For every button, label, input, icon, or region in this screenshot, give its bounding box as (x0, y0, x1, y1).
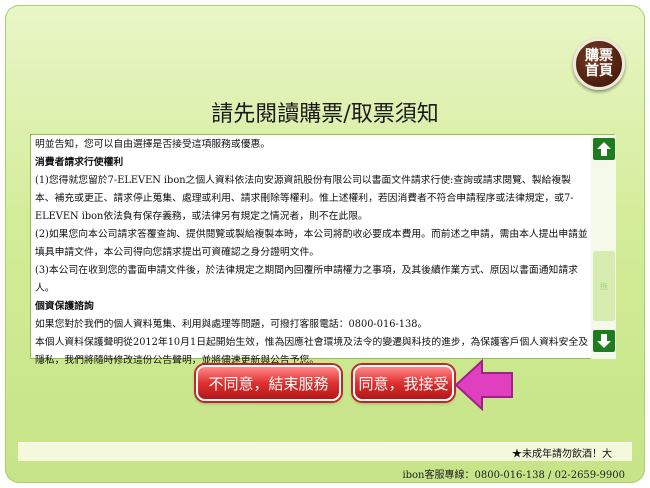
notice-line: (1)您得就您留於7-ELEVEN ibon之個人資料依法向安源資訊股份有限公司… (35, 175, 574, 222)
notice-line: 明並告知，您可以自由選擇是否接受這項服務或優惠。 (35, 139, 271, 150)
notice-panel: 明並告知，您可以自由選擇是否接受這項服務或優惠。 消費者請求行使權利 (1)您得… (30, 134, 616, 366)
pointer-arrow-icon (454, 358, 513, 412)
arrow-up-icon (597, 142, 611, 156)
ticket-home-label: 購票 首頁 (585, 48, 613, 79)
notice-heading-rights: 消費者請求行使權利 (35, 157, 124, 168)
scroll-up-button[interactable] (593, 138, 615, 160)
notice-line: (2)如果您向本公司請求答覆查詢、提供閱覽或製給複製本時，本公司將酌收必要成本費… (35, 229, 588, 258)
decline-button[interactable]: 不同意，結束服務 (196, 365, 341, 401)
accept-button[interactable]: 同意，我接受 (353, 365, 454, 401)
page-title: 請先閱讀購票/取票須知 (211, 102, 439, 127)
scroll-down-button[interactable] (593, 330, 615, 352)
ticket-home-button[interactable]: 購票 首頁 (573, 38, 625, 90)
notice-heading-privacy: 個資保護諮詢 (35, 301, 94, 312)
notice-line: 如果您對於我們的個人資料蒐集、利用與處理等問題，可撥打客服電話：0800-016… (35, 319, 428, 330)
scrollbar-thumb[interactable]: 拖 (593, 251, 615, 321)
underage-warning: ★未成年請勿飲酒！大 (512, 449, 612, 460)
notice-line: (3)本公司在收到您的書面申請文件後，於法律規定之期間內回覆所申請權力之事項，及… (35, 265, 578, 294)
service-hotline: ibon客服專線：0800-016-138 / 02-2659-9900 (402, 470, 625, 481)
footer-warning-bar: ★未成年請勿飲酒！大 (18, 442, 632, 461)
arrow-down-icon (597, 334, 611, 348)
scrollbar-thumb-label: 拖 (600, 281, 608, 291)
scrollbar-track[interactable] (591, 135, 616, 359)
notice-text: 明並告知，您可以自由選擇是否接受這項服務或優惠。 消費者請求行使權利 (1)您得… (35, 136, 590, 370)
